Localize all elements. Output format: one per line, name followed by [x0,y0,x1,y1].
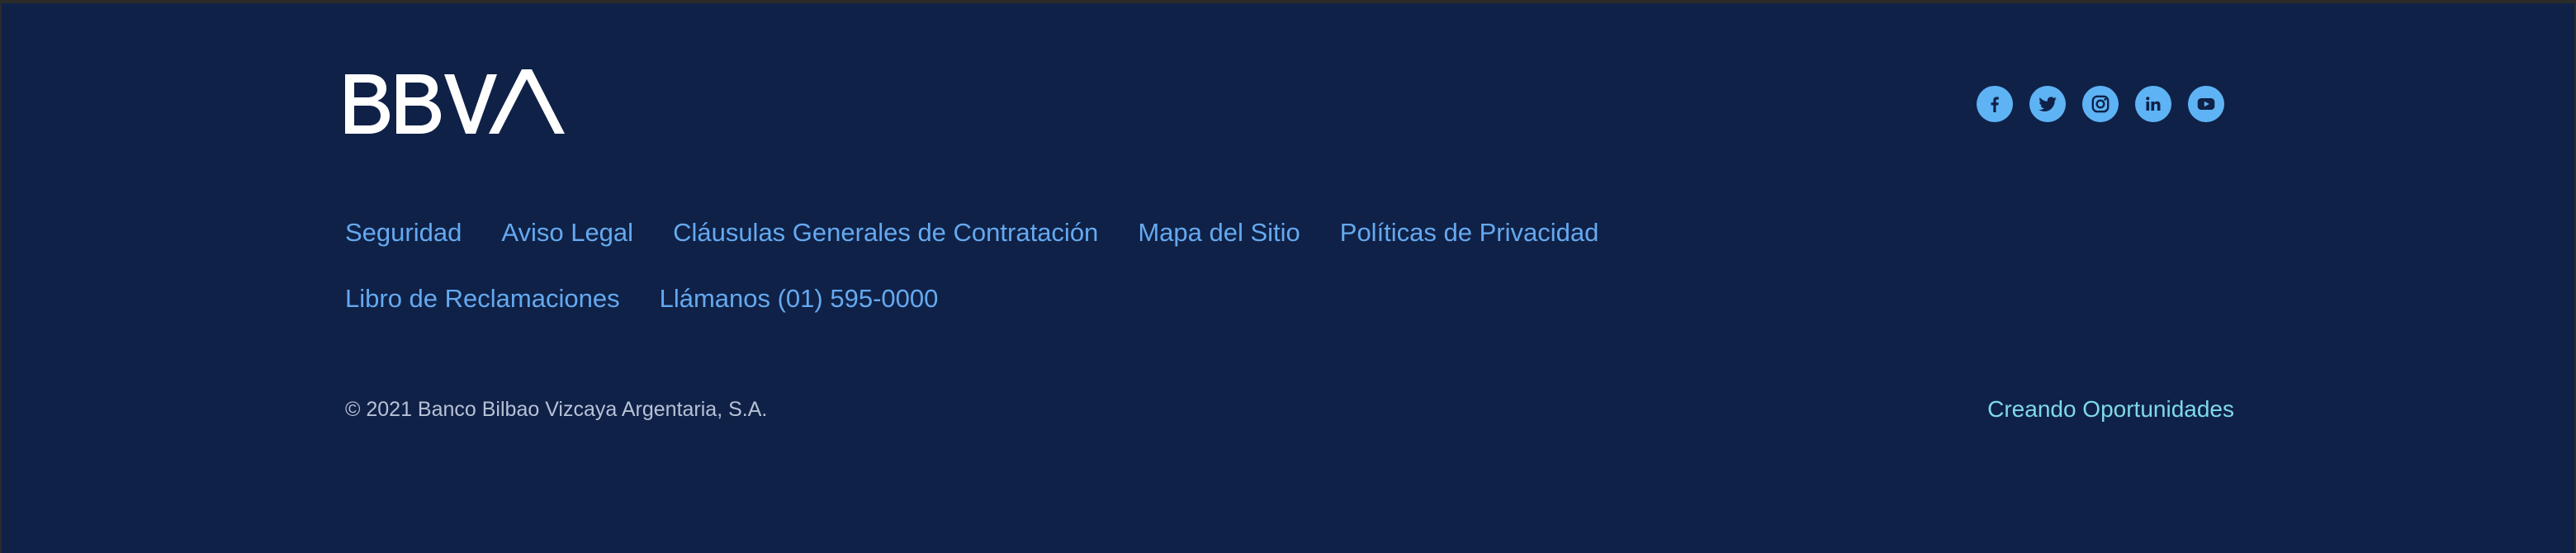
link-libro-reclamaciones[interactable]: Libro de Reclamaciones [345,281,620,317]
footer-links-row-2: Libro de Reclamaciones Llámanos (01) 595… [345,281,2244,317]
facebook-icon [1991,97,1999,112]
linkedin-icon [2146,97,2161,111]
twitter-icon [2039,97,2057,111]
bbva-logo-mark [345,69,565,134]
link-aviso-legal[interactable]: Aviso Legal [501,215,633,251]
footer-links: Seguridad Aviso Legal Cláusulas Generale… [345,215,2244,347]
link-mapa-del-sitio[interactable]: Mapa del Sitio [1138,215,1300,251]
bbva-logo[interactable] [345,69,566,140]
copyright-text: © 2021 Banco Bilbao Vizcaya Argentaria, … [345,398,768,421]
instagram-icon [2091,95,2110,113]
link-politicas-privacidad[interactable]: Políticas de Privacidad [1340,215,1599,251]
link-clausulas-generales[interactable]: Cláusulas Generales de Contratación [673,215,1098,251]
twitter-button[interactable] [2029,86,2066,122]
social-links [1977,86,2224,122]
instagram-button[interactable] [2082,86,2119,122]
link-llamanos-phone[interactable]: Llámanos (01) 595-0000 [660,281,939,317]
youtube-icon [2197,97,2215,111]
facebook-button[interactable] [1977,86,2013,122]
site-footer: Seguridad Aviso Legal Cláusulas Generale… [2,3,2574,553]
tagline-link[interactable]: Creando Oportunidades [1970,393,2234,426]
footer-links-row-1: Seguridad Aviso Legal Cláusulas Generale… [345,215,2244,251]
link-seguridad[interactable]: Seguridad [345,215,462,251]
youtube-button[interactable] [2188,86,2224,122]
linkedin-button[interactable] [2135,86,2171,122]
